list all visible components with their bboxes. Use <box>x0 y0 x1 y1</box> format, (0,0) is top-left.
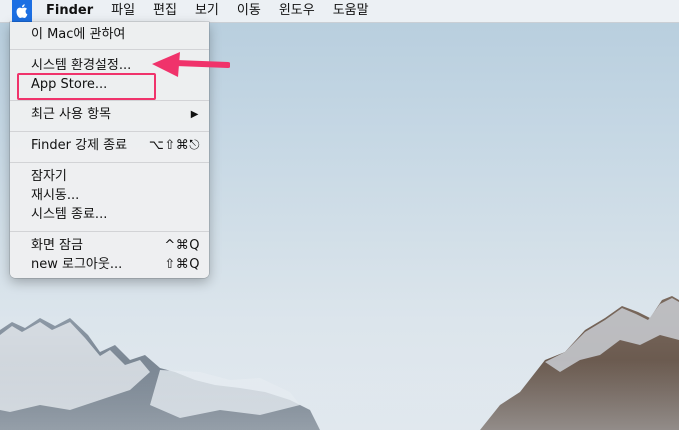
menu-item-sleep[interactable]: 잠자기 <box>10 168 209 186</box>
menu-item-shortcut: ⇧⌘Q <box>164 257 200 272</box>
menu-item-restart[interactable]: 재시동... <box>10 187 209 205</box>
menu-bar: Finder 파일 편집 보기 이동 윈도우 도움말 <box>0 0 679 23</box>
annotation-highlight-box <box>17 73 156 100</box>
menu-window[interactable]: 윈도우 <box>270 0 324 22</box>
pointer-arrow-icon <box>152 52 230 77</box>
menu-item-shortcut: ⌥⇧⌘⎋ <box>148 138 200 153</box>
menu-separator <box>10 131 209 132</box>
menu-separator <box>10 100 209 101</box>
menu-separator <box>10 162 209 163</box>
apple-logo-icon <box>16 4 28 18</box>
menu-item-force-quit[interactable]: Finder 강제 종료 ⌥⇧⌘⎋ <box>10 137 209 155</box>
menu-help[interactable]: 도움말 <box>324 0 378 22</box>
menu-edit[interactable]: 편집 <box>144 0 186 22</box>
apple-menu-button[interactable] <box>12 0 32 22</box>
menu-view[interactable]: 보기 <box>186 0 228 22</box>
desktop: Finder 파일 편집 보기 이동 윈도우 도움말 이 Mac에 관하여 시스… <box>0 0 679 430</box>
menu-file[interactable]: 파일 <box>102 0 144 22</box>
menu-item-lock-screen[interactable]: 화면 잠금 ^⌘Q <box>10 237 209 255</box>
submenu-arrow-icon: ▶ <box>190 109 199 120</box>
menu-item-shortcut: ^⌘Q <box>164 238 200 253</box>
menu-item-shut-down[interactable]: 시스템 종료... <box>10 206 209 224</box>
menu-item-label: 시스템 종료... <box>31 207 108 222</box>
menu-item-label: 재시동... <box>31 188 80 203</box>
menu-item-log-out[interactable]: new 로그아웃... ⇧⌘Q <box>10 256 209 274</box>
menu-item-label: 화면 잠금 <box>31 238 83 253</box>
menu-item-recent-items[interactable]: 최근 사용 항목 ▶ <box>10 106 209 124</box>
menu-item-label: Finder 강제 종료 <box>31 138 128 153</box>
menu-item-label: 이 Mac에 관하여 <box>31 27 126 42</box>
menu-item-label: 최근 사용 항목 <box>31 107 112 122</box>
menu-item-label: new 로그아웃... <box>31 257 123 272</box>
menu-item-about-this-mac[interactable]: 이 Mac에 관하여 <box>10 26 209 44</box>
menu-finder[interactable]: Finder <box>32 0 102 22</box>
menu-item-label: 잠자기 <box>31 169 67 184</box>
menu-separator <box>10 231 209 232</box>
menu-go[interactable]: 이동 <box>228 0 270 22</box>
